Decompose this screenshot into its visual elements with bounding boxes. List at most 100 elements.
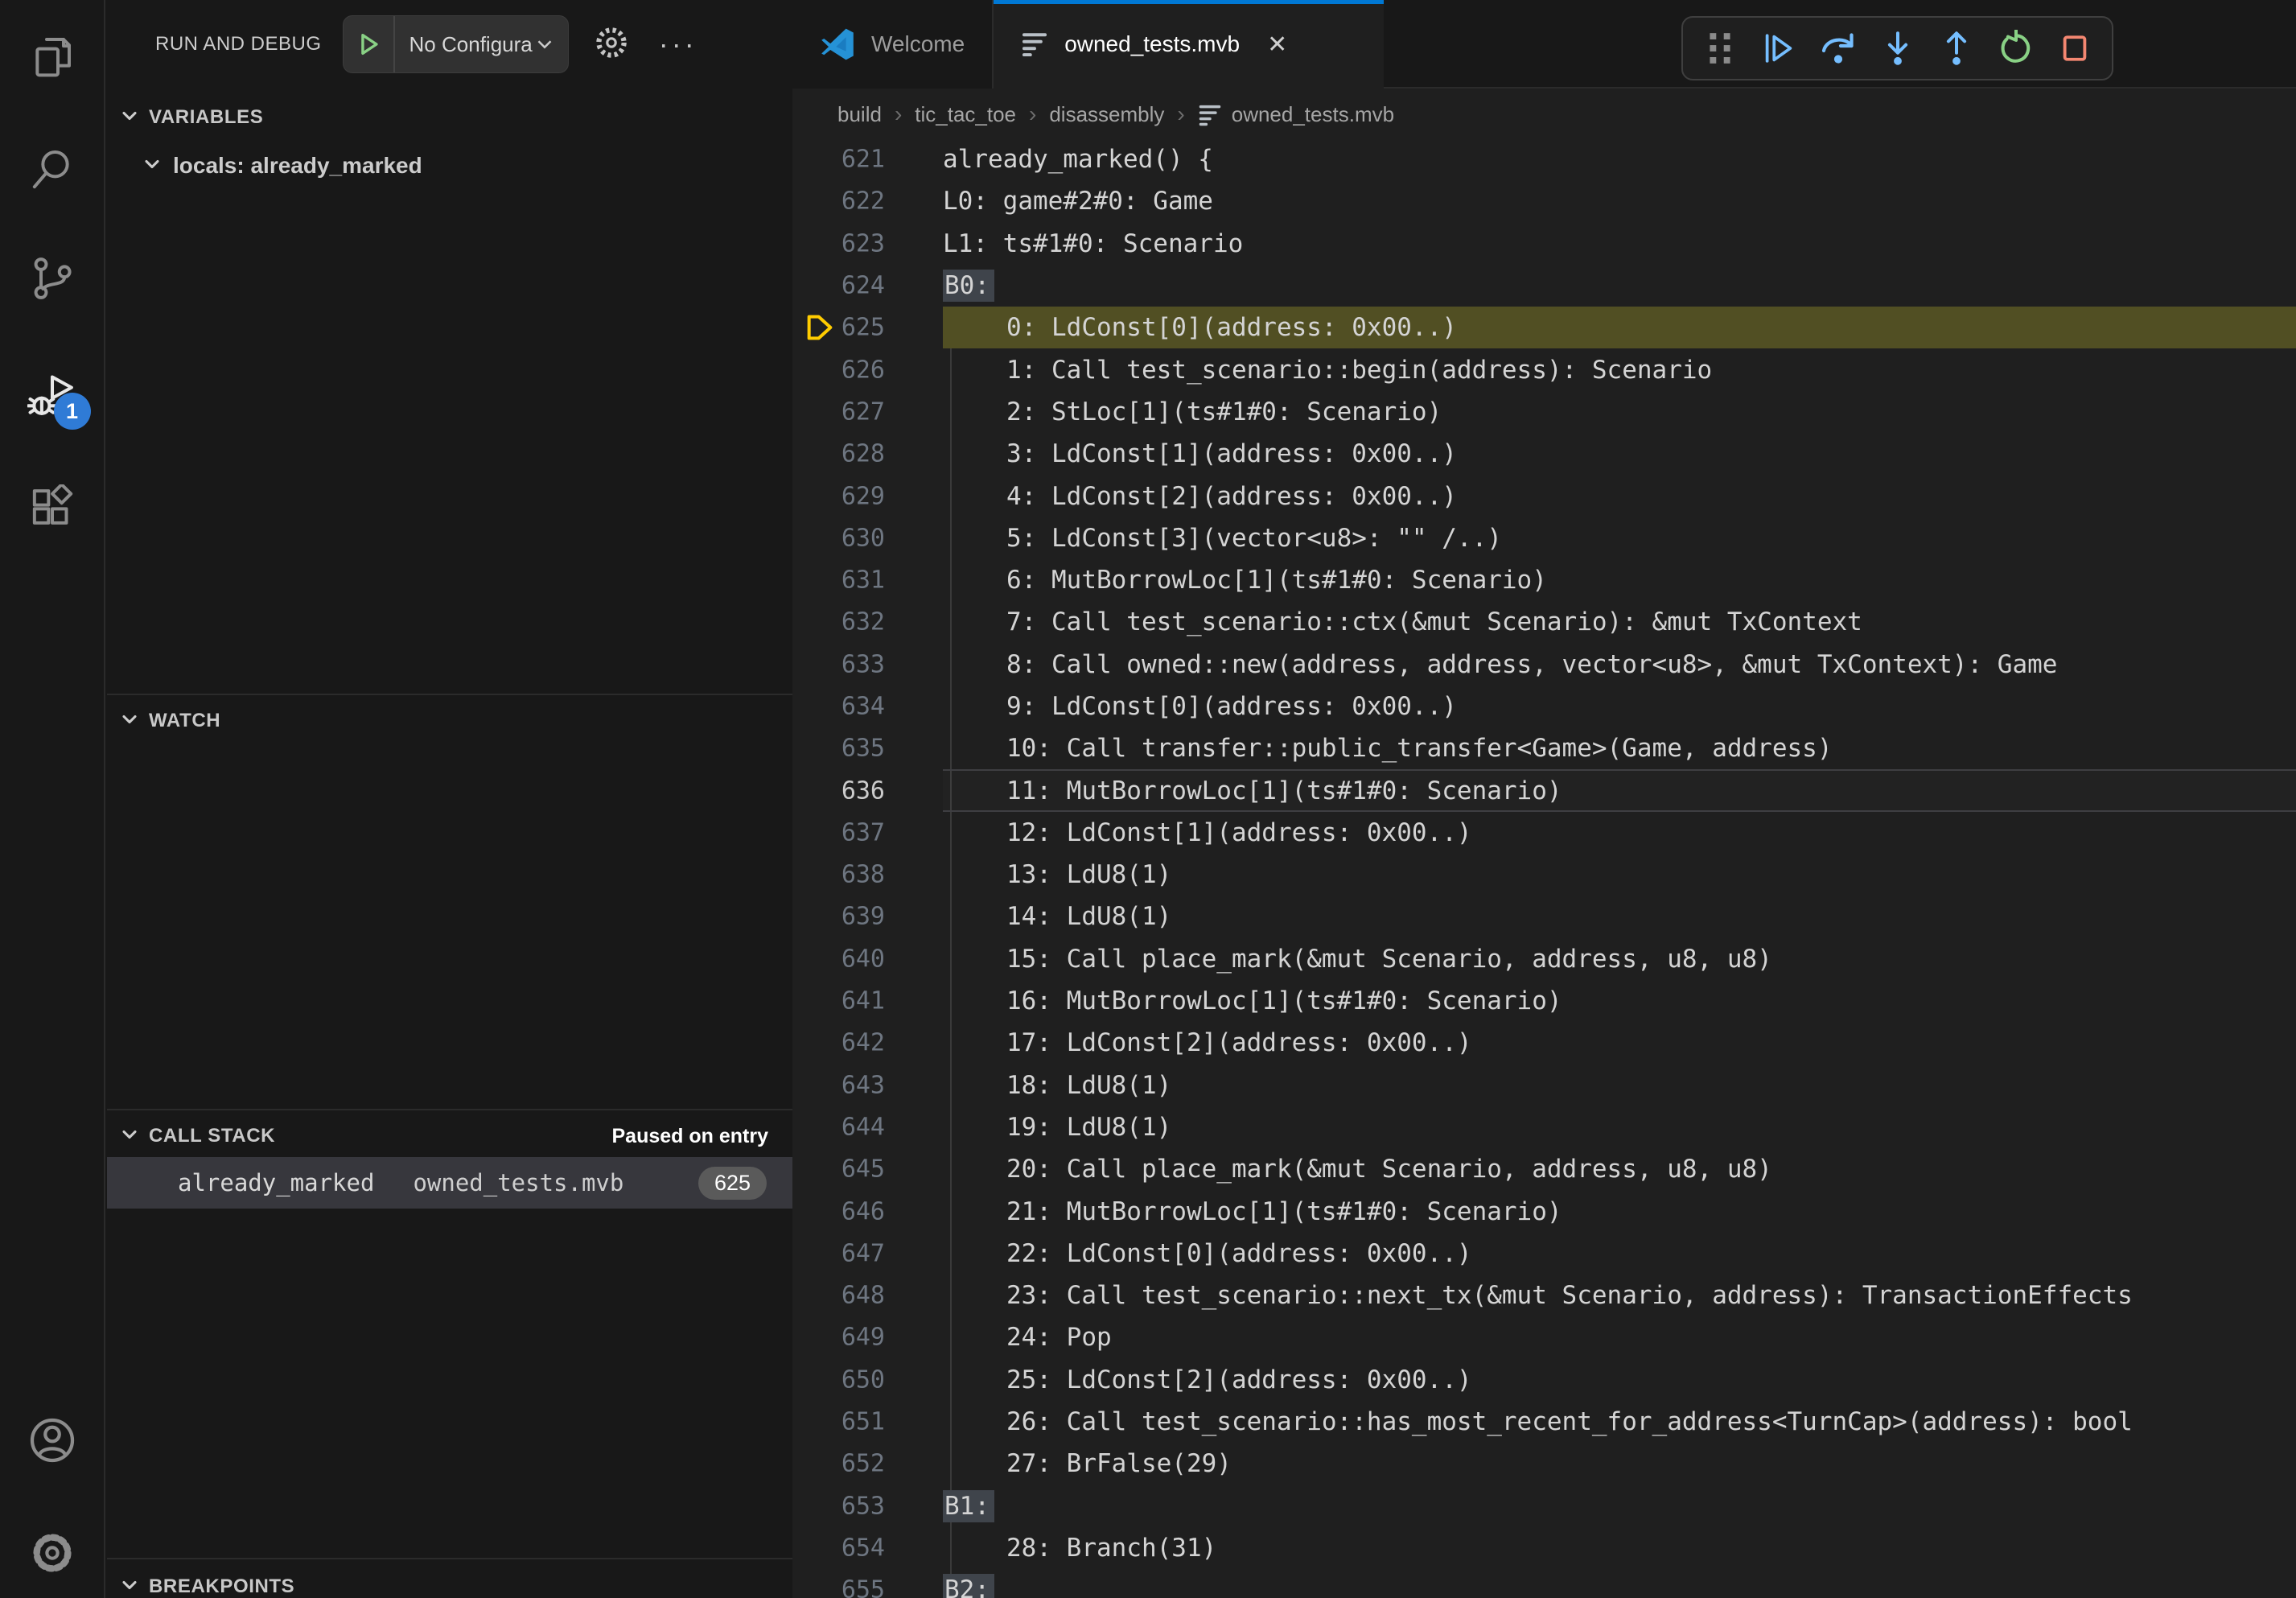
- run-and-debug-icon[interactable]: 1: [27, 369, 78, 420]
- code-line-624[interactable]: 624B0:: [792, 265, 2296, 307]
- line-content[interactable]: 15: Call place_mark(&mut Scenario, addre…: [943, 938, 2296, 980]
- toolbar-drag-handle[interactable]: [1697, 26, 1743, 71]
- gutter[interactable]: 637: [792, 812, 943, 854]
- callstack-section-header[interactable]: CALL STACK Paused on entry: [107, 1117, 792, 1155]
- gutter[interactable]: 628: [792, 433, 943, 475]
- code-line-643[interactable]: 64318: LdU8(1): [792, 1065, 2296, 1106]
- line-content[interactable]: 2: StLoc[1](ts#1#0: Scenario): [943, 391, 2296, 433]
- line-content[interactable]: B1:: [943, 1485, 2296, 1527]
- code-line-625[interactable]: 6250: LdConst[0](address: 0x00..): [792, 307, 2296, 348]
- tab-welcome[interactable]: Welcome: [792, 0, 994, 89]
- code-line-631[interactable]: 6316: MutBorrowLoc[1](ts#1#0: Scenario): [792, 559, 2296, 601]
- code-line-644[interactable]: 64419: LdU8(1): [792, 1106, 2296, 1148]
- start-debug-button[interactable]: [344, 16, 395, 72]
- gutter[interactable]: 653: [792, 1485, 943, 1527]
- gutter[interactable]: 648: [792, 1275, 943, 1316]
- code-line-649[interactable]: 64924: Pop: [792, 1316, 2296, 1358]
- step-into-icon[interactable]: [1875, 26, 1920, 71]
- callstack-frame-row[interactable]: already_marked owned_tests.mvb 625: [107, 1157, 792, 1209]
- code-line-622[interactable]: 622L0: game#2#0: Game: [792, 180, 2296, 222]
- line-content[interactable]: L1: ts#1#0: Scenario: [943, 223, 2296, 265]
- line-content[interactable]: 25: LdConst[2](address: 0x00..): [943, 1359, 2296, 1401]
- gutter[interactable]: 625: [792, 307, 943, 348]
- gutter[interactable]: 629: [792, 475, 943, 517]
- line-content[interactable]: 24: Pop: [943, 1316, 2296, 1358]
- gutter[interactable]: 649: [792, 1316, 943, 1358]
- step-out-icon[interactable]: [1934, 26, 1979, 71]
- gutter[interactable]: 639: [792, 896, 943, 937]
- stop-icon[interactable]: [2052, 26, 2097, 71]
- line-content[interactable]: L0: game#2#0: Game: [943, 180, 2296, 222]
- code-line-639[interactable]: 63914: LdU8(1): [792, 896, 2296, 937]
- line-content[interactable]: 13: LdU8(1): [943, 854, 2296, 896]
- line-content[interactable]: B2:: [943, 1569, 2296, 1598]
- code-line-653[interactable]: 653B1:: [792, 1485, 2296, 1527]
- tab-owned-tests[interactable]: owned_tests.mvb ✕: [994, 0, 1384, 89]
- code-line-650[interactable]: 65025: LdConst[2](address: 0x00..): [792, 1359, 2296, 1401]
- code-line-654[interactable]: 65428: Branch(31): [792, 1527, 2296, 1569]
- close-icon[interactable]: ✕: [1267, 31, 1287, 59]
- watch-section-header[interactable]: WATCH: [107, 702, 792, 740]
- breadcrumb-item[interactable]: owned_tests.mvb: [1232, 102, 1394, 127]
- gutter[interactable]: 644: [792, 1106, 943, 1148]
- debug-settings-gear-icon[interactable]: [591, 23, 632, 67]
- line-content[interactable]: 28: Branch(31): [943, 1527, 2296, 1569]
- gutter[interactable]: 652: [792, 1443, 943, 1485]
- explorer-icon[interactable]: [27, 31, 78, 82]
- gutter[interactable]: 636: [792, 769, 943, 811]
- line-content[interactable]: 14: LdU8(1): [943, 896, 2296, 937]
- line-content[interactable]: 18: LdU8(1): [943, 1065, 2296, 1106]
- code-line-655[interactable]: 655B2:: [792, 1569, 2296, 1598]
- code-line-621[interactable]: 621already_marked() {: [792, 138, 2296, 180]
- line-content[interactable]: 21: MutBorrowLoc[1](ts#1#0: Scenario): [943, 1190, 2296, 1232]
- line-content[interactable]: 19: LdU8(1): [943, 1106, 2296, 1148]
- code-line-651[interactable]: 65126: Call test_scenario::has_most_rece…: [792, 1401, 2296, 1443]
- continue-icon[interactable]: [1756, 26, 1801, 71]
- code-line-642[interactable]: 64217: LdConst[2](address: 0x00..): [792, 1022, 2296, 1064]
- gutter[interactable]: 630: [792, 517, 943, 559]
- search-icon[interactable]: [27, 143, 78, 195]
- gutter[interactable]: 640: [792, 938, 943, 980]
- line-content[interactable]: 22: LdConst[0](address: 0x00..): [943, 1233, 2296, 1275]
- line-content[interactable]: 11: MutBorrowLoc[1](ts#1#0: Scenario): [943, 769, 2296, 811]
- code-line-630[interactable]: 6305: LdConst[3](vector<u8>: "" /..): [792, 517, 2296, 559]
- gutter[interactable]: 655: [792, 1569, 943, 1598]
- gutter[interactable]: 634: [792, 686, 943, 727]
- code-line-645[interactable]: 64520: Call place_mark(&mut Scenario, ad…: [792, 1148, 2296, 1190]
- gutter[interactable]: 627: [792, 391, 943, 433]
- breadcrumb-item[interactable]: build: [837, 102, 882, 127]
- gutter[interactable]: 626: [792, 348, 943, 390]
- breadcrumb-item[interactable]: tic_tac_toe: [915, 102, 1016, 127]
- gutter[interactable]: 651: [792, 1401, 943, 1443]
- code-editor[interactable]: 621already_marked() {622L0: game#2#0: Ga…: [792, 138, 2296, 1598]
- code-line-641[interactable]: 64116: MutBorrowLoc[1](ts#1#0: Scenario): [792, 980, 2296, 1022]
- code-line-646[interactable]: 64621: MutBorrowLoc[1](ts#1#0: Scenario): [792, 1190, 2296, 1232]
- line-content[interactable]: 20: Call place_mark(&mut Scenario, addre…: [943, 1148, 2296, 1190]
- gutter[interactable]: 642: [792, 1022, 943, 1064]
- breadcrumb-item[interactable]: disassembly: [1049, 102, 1164, 127]
- gutter[interactable]: 654: [792, 1527, 943, 1569]
- code-line-637[interactable]: 63712: LdConst[1](address: 0x00..): [792, 812, 2296, 854]
- line-content[interactable]: already_marked() {: [943, 138, 2296, 180]
- source-control-icon[interactable]: [27, 253, 78, 304]
- code-line-648[interactable]: 64823: Call test_scenario::next_tx(&mut …: [792, 1275, 2296, 1316]
- code-line-629[interactable]: 6294: LdConst[2](address: 0x00..): [792, 475, 2296, 517]
- code-line-633[interactable]: 6338: Call owned::new(address, address, …: [792, 644, 2296, 686]
- line-content[interactable]: B0:: [943, 265, 2296, 307]
- code-line-627[interactable]: 6272: StLoc[1](ts#1#0: Scenario): [792, 391, 2296, 433]
- line-content[interactable]: 3: LdConst[1](address: 0x00..): [943, 433, 2296, 475]
- gutter[interactable]: 622: [792, 180, 943, 222]
- gutter[interactable]: 647: [792, 1233, 943, 1275]
- code-line-635[interactable]: 63510: Call transfer::public_transfer<Ga…: [792, 727, 2296, 769]
- gutter[interactable]: 635: [792, 727, 943, 769]
- gutter[interactable]: 643: [792, 1065, 943, 1106]
- line-content[interactable]: 12: LdConst[1](address: 0x00..): [943, 812, 2296, 854]
- gutter[interactable]: 623: [792, 223, 943, 265]
- line-content[interactable]: 23: Call test_scenario::next_tx(&mut Sce…: [943, 1275, 2296, 1316]
- gutter[interactable]: 638: [792, 854, 943, 896]
- line-content[interactable]: 8: Call owned::new(address, address, vec…: [943, 644, 2296, 686]
- gutter[interactable]: 641: [792, 980, 943, 1022]
- line-content[interactable]: 6: MutBorrowLoc[1](ts#1#0: Scenario): [943, 559, 2296, 601]
- restart-icon[interactable]: [1994, 26, 2039, 71]
- variables-section-header[interactable]: VARIABLES: [107, 98, 792, 137]
